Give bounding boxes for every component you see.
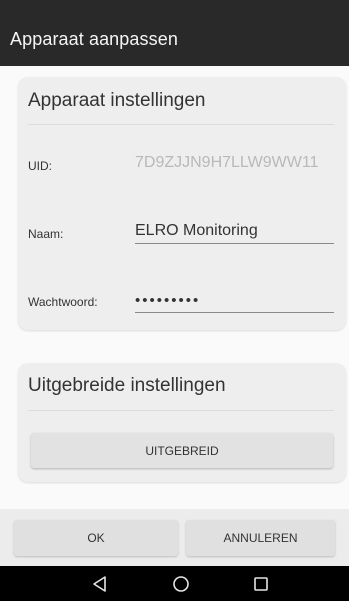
back-icon[interactable]	[89, 573, 111, 595]
card-divider	[28, 124, 334, 125]
extended-settings-title: Uitgebreide instellingen	[28, 375, 226, 396]
password-label: Wachtwoord:	[28, 295, 98, 309]
recents-icon[interactable]	[250, 573, 272, 595]
password-field[interactable]: •••••••••	[135, 292, 200, 309]
name-field[interactable]: ELRO Monitoring	[135, 222, 258, 240]
device-settings-title: Apparaat instellingen	[28, 90, 206, 111]
name-label: Naam:	[28, 227, 64, 241]
device-settings-card: Apparaat instellingen UID: 7D9ZJJN9H7LLW…	[18, 77, 346, 330]
card-divider	[28, 410, 334, 411]
uid-value: 7D9ZJJN9H7LLW9WW11	[135, 154, 319, 171]
cancel-button[interactable]: ANNULEREN	[186, 520, 335, 556]
name-field-underline	[135, 243, 334, 244]
uid-label: UID:	[28, 159, 52, 173]
extended-settings-card: Uitgebreide instellingen UITGEBREID	[18, 363, 346, 482]
ok-button[interactable]: OK	[14, 520, 178, 556]
system-nav-bar	[0, 566, 349, 601]
password-field-underline	[135, 312, 334, 313]
extended-button[interactable]: UITGEBREID	[31, 433, 333, 468]
home-icon[interactable]	[170, 573, 192, 595]
action-bar: OK ANNULEREN	[0, 509, 349, 566]
app-bar: Apparaat aanpassen	[0, 0, 349, 66]
page-title: Apparaat aanpassen	[10, 29, 178, 49]
